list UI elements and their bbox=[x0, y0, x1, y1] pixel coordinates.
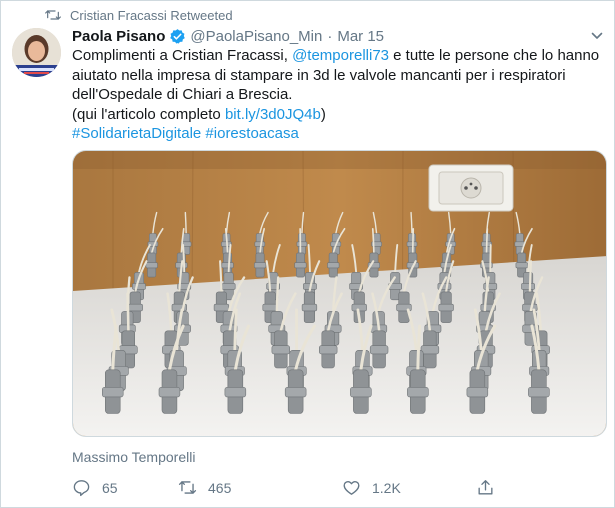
tweet-date[interactable]: Mar 15 bbox=[337, 28, 384, 45]
reply-button[interactable]: 65 bbox=[72, 478, 118, 497]
author-avatar[interactable] bbox=[12, 28, 61, 77]
retweet-context-text[interactable]: Cristian Fracassi Retweeted bbox=[70, 8, 233, 23]
avatar-image bbox=[12, 28, 61, 77]
hashtag-link[interactable]: #iorestoacasa bbox=[205, 125, 298, 142]
retweet-button[interactable]: 465 bbox=[178, 478, 231, 497]
like-button[interactable]: 1.2K bbox=[342, 478, 401, 497]
photo-credit[interactable]: Massimo Temporelli bbox=[72, 449, 195, 465]
heart-icon bbox=[343, 480, 360, 495]
retweet-icon bbox=[178, 481, 197, 494]
tweet-text: Complimenti a Cristian Fracassi, @tempor… bbox=[72, 46, 602, 144]
author-handle[interactable]: @PaolaPisano_Min bbox=[190, 28, 322, 45]
verified-badge-icon bbox=[170, 28, 186, 44]
tweet-actions: 65 465 1.2K bbox=[72, 478, 512, 498]
author-display-name[interactable]: Paola Pisano bbox=[72, 28, 165, 45]
wood-shadow bbox=[73, 151, 606, 169]
reply-count: 65 bbox=[102, 479, 118, 496]
tweet-article-line: (qui l'articolo completo bit.ly/3d0JQ4b) bbox=[72, 105, 602, 125]
tweet-text-segment: (qui l'articolo completo bbox=[72, 105, 225, 123]
retweet-count: 465 bbox=[208, 479, 232, 496]
tweet-text-segment: Complimenti a Cristian Fracassi, bbox=[72, 47, 293, 64]
article-link[interactable]: bit.ly/3d0JQ4b bbox=[225, 106, 321, 123]
like-count: 1.2K bbox=[372, 479, 401, 496]
chevron-down-icon[interactable] bbox=[590, 29, 604, 43]
tweet-photo[interactable] bbox=[72, 150, 607, 437]
tweet-paragraph: Complimenti a Cristian Fracassi, @tempor… bbox=[72, 46, 602, 105]
tweet-text-segment: ) bbox=[320, 105, 326, 123]
reply-icon bbox=[73, 480, 90, 497]
share-icon bbox=[478, 480, 493, 495]
header-separator: · bbox=[327, 27, 333, 45]
wall-outlet bbox=[428, 164, 514, 212]
tweet-card: Cristian Fracassi Retweeted Paola Pisano… bbox=[0, 0, 615, 508]
hashtag-link[interactable]: #SolidarietaDigitale bbox=[72, 125, 201, 142]
retweet-icon bbox=[45, 10, 61, 20]
retweet-context: Cristian Fracassi Retweeted bbox=[45, 7, 233, 23]
mention-link[interactable]: @temporelli73 bbox=[292, 47, 389, 64]
share-button[interactable] bbox=[476, 478, 506, 497]
photo-valves-image bbox=[73, 151, 606, 436]
tweet-hashtags: #SolidarietaDigitale #iorestoacasa bbox=[72, 124, 602, 144]
tweet-header: Paola Pisano @PaolaPisano_Min · Mar 15 bbox=[72, 26, 384, 46]
